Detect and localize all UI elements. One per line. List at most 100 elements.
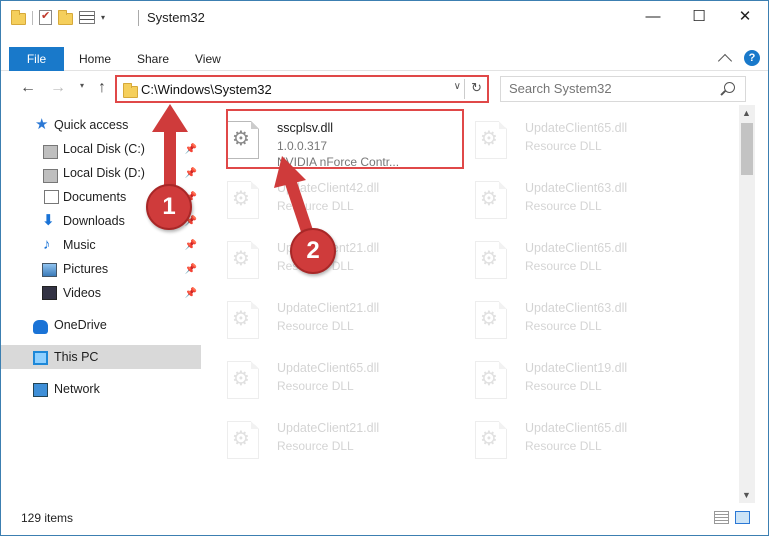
dll-file-icon [475, 121, 507, 159]
downloads-icon: ⬇ [42, 212, 55, 229]
documents-icon [44, 190, 59, 204]
search-icon[interactable] [724, 82, 735, 93]
file-description: Resource DLL [525, 379, 602, 393]
view-options-icon[interactable] [79, 11, 95, 24]
recent-locations-dropdown-icon[interactable]: ▾ [80, 81, 84, 90]
file-name: UpdateClient65.dll [525, 241, 628, 255]
file-tile[interactable]: UpdateClient42.dll Resource DLL [205, 171, 445, 221]
maximize-button[interactable]: ☐ [676, 1, 722, 31]
search-input[interactable] [509, 81, 709, 96]
address-dropdown-icon[interactable]: ∨ [454, 81, 461, 92]
scroll-down-arrow-icon[interactable]: ▼ [742, 490, 751, 500]
sidebar-item-onedrive[interactable]: OneDrive [1, 313, 201, 337]
file-description: Resource DLL [277, 199, 354, 213]
step-2-badge: 2 [290, 228, 336, 274]
vertical-scrollbar[interactable]: ▲ ▼ [739, 105, 755, 503]
file-description: Resource DLL [525, 199, 602, 213]
folder-icon [123, 83, 138, 98]
dll-file-icon [475, 241, 507, 279]
up-arrow-icon[interactable]: ↑ [93, 79, 111, 97]
expand-ribbon-chevron-icon[interactable] [717, 53, 733, 68]
dll-file-icon [227, 421, 259, 459]
file-name: UpdateClient63.dll [525, 301, 628, 315]
sidebar-item-label: Quick access [54, 118, 129, 132]
file-tile[interactable]: UpdateClient65.dll Resource DLL [453, 111, 693, 161]
help-icon[interactable]: ? [744, 50, 760, 66]
large-icons-view-icon[interactable] [735, 511, 750, 524]
dll-file-icon [475, 421, 507, 459]
pictures-icon [42, 263, 57, 277]
dll-file-icon [475, 361, 507, 399]
properties-icon[interactable] [39, 9, 52, 25]
file-tile[interactable]: UpdateClient63.dll Resource DLL [453, 291, 693, 341]
back-arrow-icon[interactable]: ← [19, 79, 37, 97]
file-tile[interactable]: UpdateClient65.dll Resource DLL [205, 351, 445, 401]
search-box[interactable] [500, 76, 746, 102]
sidebar-item-pictures[interactable]: Pictures 📌 [1, 257, 201, 281]
status-bar: 129 items [1, 507, 768, 535]
drive-icon [43, 168, 58, 183]
details-view-icon[interactable] [714, 511, 729, 524]
file-description: Resource DLL [525, 439, 602, 453]
sidebar-item-label: Music [63, 238, 96, 252]
view-toggle-buttons [714, 511, 750, 524]
file-name: UpdateClient21.dll [277, 421, 380, 435]
tab-share[interactable]: Share [127, 47, 179, 71]
address-path[interactable]: C:\Windows\System32 [141, 82, 272, 97]
file-tile[interactable]: UpdateClient65.dll Resource DLL [453, 411, 693, 461]
sidebar-item-local-disk-d[interactable]: Local Disk (D:) 📌 [1, 161, 201, 185]
sidebar-item-network[interactable]: Network [1, 377, 201, 401]
file-name: UpdateClient65.dll [277, 361, 380, 375]
sidebar-item-label: Videos [63, 286, 101, 300]
tab-home[interactable]: Home [69, 47, 121, 71]
file-description: Resource DLL [525, 319, 602, 333]
file-name: UpdateClient19.dll [525, 361, 628, 375]
file-tile[interactable]: UpdateClient21.dll Resource DLL [205, 291, 445, 341]
music-icon: ♪ [43, 236, 51, 253]
item-count: 129 items [21, 511, 74, 525]
sidebar-item-label: Pictures [63, 262, 109, 276]
pin-icon: 📌 [184, 287, 197, 299]
file-tile[interactable]: UpdateClient63.dll Resource DLL [453, 171, 693, 221]
sidebar-item-quick-access[interactable]: ★ Quick access [1, 113, 201, 137]
network-icon [33, 382, 48, 397]
file-explorer-window: ▾ System32 — ☐ ✕ File Home Share View ? … [0, 0, 769, 536]
sidebar-item-label: Local Disk (C:) [63, 142, 145, 156]
refresh-icon[interactable]: ↻ [471, 80, 482, 96]
file-description: Resource DLL [525, 139, 602, 153]
videos-icon [42, 286, 57, 300]
scroll-up-arrow-icon[interactable]: ▲ [742, 108, 751, 118]
minimize-button[interactable]: — [630, 1, 676, 31]
folder-icon [11, 9, 26, 25]
file-tile[interactable]: UpdateClient21.dll Resource DLL [205, 411, 445, 461]
dll-file-icon [475, 301, 507, 339]
file-name: UpdateClient21.dll [277, 301, 380, 315]
sidebar-item-videos[interactable]: Videos 📌 [1, 281, 201, 305]
customize-toolbar-dropdown-icon[interactable]: ▾ [101, 13, 105, 22]
sidebar-item-label: Local Disk (D:) [63, 166, 145, 180]
pin-icon: 📌 [184, 167, 197, 179]
dll-file-icon [475, 181, 507, 219]
drive-icon [43, 144, 58, 159]
scroll-thumb[interactable] [741, 123, 753, 175]
file-tile[interactable]: UpdateClient65.dll Resource DLL [453, 231, 693, 281]
sidebar-item-label: OneDrive [54, 318, 107, 332]
file-tile[interactable]: UpdateClient19.dll Resource DLL [453, 351, 693, 401]
forward-arrow-icon[interactable]: → [49, 79, 67, 97]
window-title: System32 [147, 10, 205, 25]
file-name: UpdateClient42.dll [277, 181, 380, 195]
tab-file[interactable]: File [9, 47, 64, 71]
sidebar-item-local-disk-c[interactable]: Local Disk (C:) 📌 [1, 137, 201, 161]
address-bar[interactable]: C:\Windows\System32 ∨ ↻ [115, 75, 489, 103]
sidebar-item-music[interactable]: ♪ Music 📌 [1, 233, 201, 257]
file-list-pane: sscplsv.dll 1.0.0.317 NVIDIA nForce Cont… [205, 105, 737, 503]
close-button[interactable]: ✕ [722, 1, 768, 31]
file-name: UpdateClient63.dll [525, 181, 628, 195]
new-folder-icon[interactable] [58, 9, 73, 25]
onedrive-icon [33, 320, 48, 334]
file-description: Resource DLL [277, 379, 354, 393]
highlight-box [226, 109, 464, 169]
tab-view[interactable]: View [185, 47, 231, 71]
sidebar-item-this-pc[interactable]: This PC [1, 345, 201, 369]
sidebar-item-label: Documents [63, 190, 127, 204]
